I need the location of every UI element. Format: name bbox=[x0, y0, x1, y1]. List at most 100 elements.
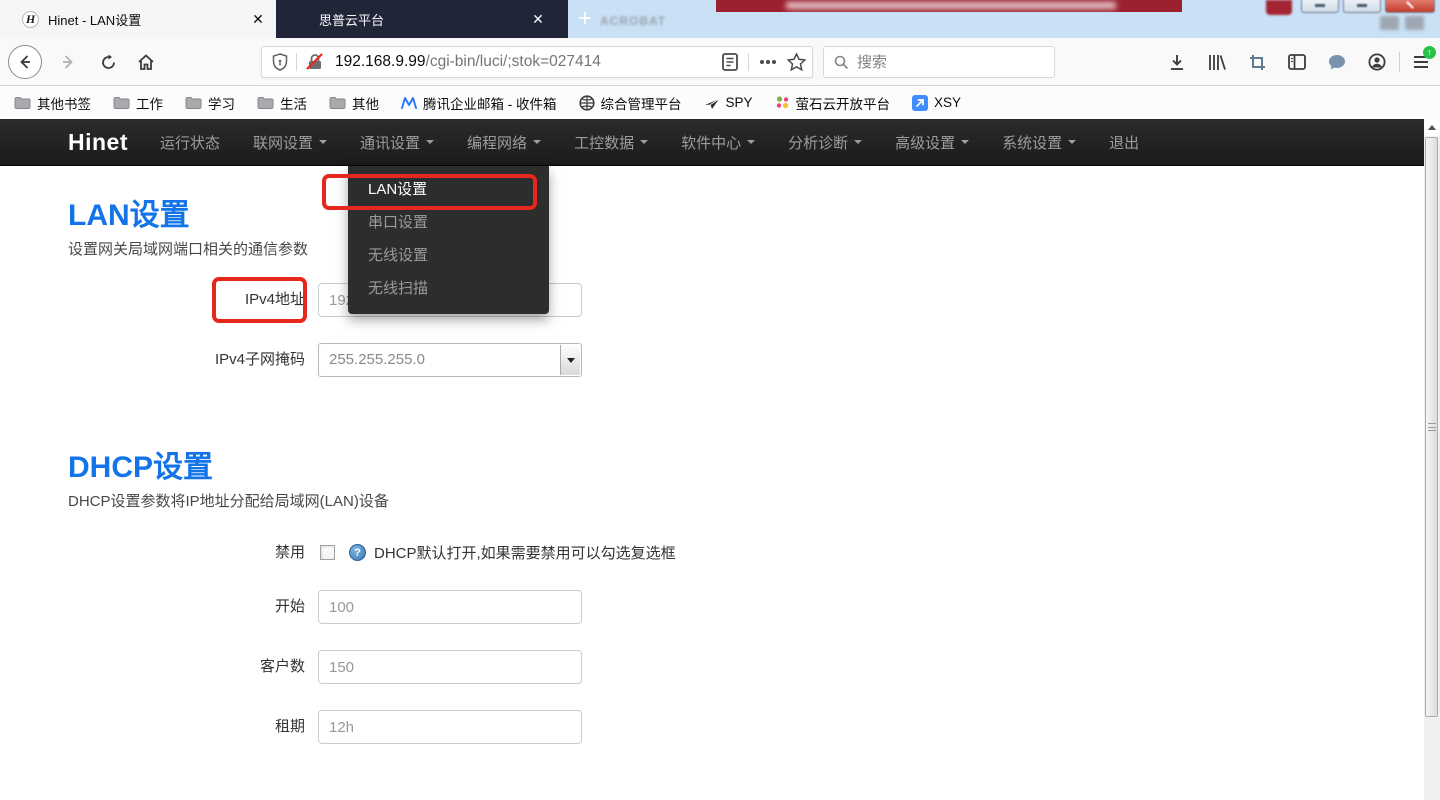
ezviz-icon bbox=[775, 95, 790, 110]
communication-settings-dropdown: LAN设置 串口设置 无线设置 无线扫描 bbox=[348, 166, 549, 314]
nav-label: 运行状态 bbox=[160, 132, 220, 153]
urlbar-divider bbox=[296, 53, 297, 71]
bookmark-ezviz-platform[interactable]: 萤石云开放平台 bbox=[775, 93, 891, 113]
dropdown-item-serial-settings[interactable]: 串口设置 bbox=[348, 206, 549, 239]
site-brand[interactable]: Hinet bbox=[68, 129, 128, 156]
ipv4-netmask-label: IPv4子网掩码 bbox=[65, 343, 305, 377]
bookmark-management-platform[interactable]: 综合管理平台 bbox=[579, 93, 682, 113]
bookmark-label: XSY bbox=[934, 95, 961, 110]
bookmark-tencent-mail[interactable]: 腾讯企业邮箱 - 收件箱 bbox=[401, 93, 557, 113]
scrollbar-thumb[interactable] bbox=[1425, 137, 1438, 717]
bookmark-label: 腾讯企业邮箱 - 收件箱 bbox=[423, 93, 557, 113]
nav-run-status[interactable]: 运行状态 bbox=[160, 132, 220, 153]
downloads-icon[interactable] bbox=[1157, 46, 1197, 78]
bookmark-star-icon[interactable] bbox=[787, 53, 806, 71]
nav-label: 软件中心 bbox=[681, 132, 741, 153]
dhcp-start-input[interactable] bbox=[318, 590, 582, 624]
insecure-lock-icon[interactable] bbox=[305, 53, 325, 71]
dhcp-section-title: DHCP设置 bbox=[68, 442, 213, 486]
url-bar[interactable]: 192.168.9.99/cgi-bin/luci/;stok=027414 bbox=[261, 46, 813, 78]
background-window-logo bbox=[1266, 0, 1292, 15]
reload-button[interactable] bbox=[92, 46, 124, 78]
tab-strip: H Hinet - LAN设置 ✕ 思普云平台 ✕ + ACROBAT bbox=[0, 0, 1440, 38]
library-icon[interactable] bbox=[1197, 46, 1237, 78]
new-tab-button[interactable]: + bbox=[568, 0, 602, 38]
page-actions-icon[interactable] bbox=[759, 59, 777, 65]
tab-hinet[interactable]: H Hinet - LAN设置 ✕ bbox=[0, 0, 276, 38]
chevron-down-icon bbox=[1068, 140, 1076, 144]
nav-label: 联网设置 bbox=[253, 132, 313, 153]
bookmark-folder-study[interactable]: 学习 bbox=[185, 93, 235, 113]
lan-section-description: 设置网关局域网端口相关的通信参数 bbox=[68, 238, 308, 259]
chevron-down-icon bbox=[567, 358, 575, 363]
site-nav-items: 运行状态 联网设置 通讯设置 编程网络 工控数据 软件中心 分析诊断 高级设置 … bbox=[160, 132, 1139, 153]
background-maximize-button bbox=[1343, 0, 1381, 13]
tab-sipu-cloud[interactable]: 思普云平台 ✕ bbox=[283, 0, 556, 38]
page-scrollbar[interactable] bbox=[1424, 119, 1440, 800]
bookmark-folder-misc[interactable]: 其他 bbox=[329, 93, 379, 113]
bookmark-folder-work[interactable]: 工作 bbox=[113, 93, 163, 113]
dropdown-item-wireless-scan[interactable]: 无线扫描 bbox=[348, 272, 549, 305]
tab-title: Hinet - LAN设置 bbox=[48, 10, 248, 29]
lan-section-title: LAN设置 bbox=[68, 190, 190, 234]
search-icon bbox=[834, 55, 849, 70]
plane-icon bbox=[704, 96, 720, 110]
netmask-selected-value: 255.255.255.0 bbox=[329, 351, 425, 368]
nav-system-settings[interactable]: 系统设置 bbox=[1002, 132, 1076, 153]
nav-advanced-settings[interactable]: 高级设置 bbox=[895, 132, 969, 153]
screenshot-icon[interactable] bbox=[1237, 46, 1277, 78]
tab-close-icon[interactable]: ✕ bbox=[528, 9, 548, 29]
chevron-down-icon bbox=[747, 140, 755, 144]
nav-logout[interactable]: 退出 bbox=[1109, 132, 1139, 153]
home-button[interactable] bbox=[130, 46, 162, 78]
dropdown-item-wireless-settings[interactable]: 无线设置 bbox=[348, 239, 549, 272]
dhcp-clients-input[interactable] bbox=[318, 650, 582, 684]
bookmark-spy[interactable]: SPY bbox=[704, 95, 753, 110]
nav-network-settings[interactable]: 联网设置 bbox=[253, 132, 327, 153]
nav-software-center[interactable]: 软件中心 bbox=[681, 132, 755, 153]
chevron-down-icon bbox=[961, 140, 969, 144]
dhcp-lease-input[interactable] bbox=[318, 710, 582, 744]
back-button[interactable] bbox=[8, 45, 42, 79]
search-box[interactable] bbox=[823, 46, 1055, 78]
site-navbar: Hinet 运行状态 联网设置 通讯设置 编程网络 工控数据 软件中心 分析诊断… bbox=[0, 119, 1424, 166]
page-content: LAN设置 设置网关局域网端口相关的通信参数 IPv4地址 IPv4子网掩码 2… bbox=[0, 166, 1424, 800]
bookmark-folder-other-bookmarks[interactable]: 其他书签 bbox=[14, 93, 91, 113]
nav-industrial-data[interactable]: 工控数据 bbox=[574, 132, 648, 153]
chevron-down-icon bbox=[319, 140, 327, 144]
nav-diagnostics[interactable]: 分析诊断 bbox=[788, 132, 862, 153]
menu-hamburger-icon[interactable]: ↑ bbox=[1402, 46, 1440, 78]
nav-communication-settings[interactable]: 通讯设置 bbox=[360, 132, 434, 153]
dropdown-item-lan-settings[interactable]: LAN设置 bbox=[348, 173, 549, 206]
urlbar-actions bbox=[718, 47, 806, 77]
tracking-shield-icon[interactable] bbox=[272, 53, 288, 71]
nav-programming-network[interactable]: 编程网络 bbox=[467, 132, 541, 153]
dhcp-start-label: 开始 bbox=[65, 590, 305, 624]
account-icon[interactable] bbox=[1357, 46, 1397, 78]
ipv4-netmask-select[interactable]: 255.255.255.0 bbox=[318, 343, 582, 377]
folder-icon bbox=[185, 96, 202, 110]
background-close-button bbox=[1385, 0, 1435, 13]
url-text[interactable]: 192.168.9.99/cgi-bin/luci/;stok=027414 bbox=[335, 53, 685, 71]
screen: H Hinet - LAN设置 ✕ 思普云平台 ✕ + ACROBAT bbox=[0, 0, 1440, 800]
url-host: 192.168.9.99 bbox=[335, 53, 426, 70]
folder-icon bbox=[329, 96, 346, 110]
bookmark-xsy[interactable]: XSY bbox=[912, 95, 961, 111]
folder-icon bbox=[257, 96, 274, 110]
reader-mode-icon[interactable] bbox=[722, 53, 738, 71]
search-input[interactable] bbox=[857, 54, 1027, 71]
scrollbar-grip bbox=[1428, 423, 1436, 431]
nav-label: 分析诊断 bbox=[788, 132, 848, 153]
forward-button[interactable] bbox=[52, 46, 84, 78]
bookmark-folder-life[interactable]: 生活 bbox=[257, 93, 307, 113]
scrollbar-up-arrow[interactable] bbox=[1424, 119, 1440, 136]
tab-close-icon[interactable]: ✕ bbox=[248, 9, 268, 29]
ipv4-address-label: IPv4地址 bbox=[65, 283, 305, 317]
nav-label: 通讯设置 bbox=[360, 132, 420, 153]
dhcp-disable-checkbox[interactable] bbox=[320, 545, 335, 560]
chat-bubble-icon[interactable] bbox=[1317, 46, 1357, 78]
sidebar-toggle-icon[interactable] bbox=[1277, 46, 1317, 78]
select-dropdown-button[interactable] bbox=[560, 345, 580, 375]
help-icon: ? bbox=[349, 544, 366, 561]
background-minimize-button bbox=[1301, 0, 1339, 13]
